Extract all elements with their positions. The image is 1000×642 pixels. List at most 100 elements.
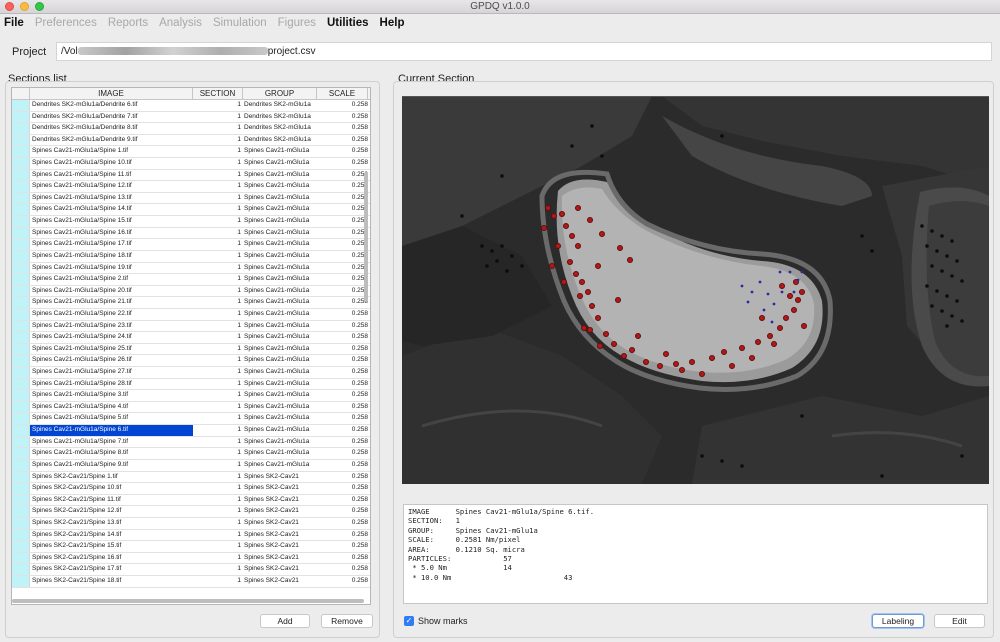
redacted-path — [77, 47, 268, 56]
table-row[interactable]: Dendrites SK2-mGlu1a/Dendrite 8.tif 1 Dend… — [12, 123, 370, 135]
table-row[interactable]: Spines Cav21-mGlu1a/Spine 12.tif 1 Spines … — [12, 181, 370, 193]
column-header-group[interactable]: GROUP — [243, 88, 317, 99]
table-row[interactable]: Spines Cav21-mGlu1a/Spine 9.tif 1 Spines C… — [12, 459, 370, 472]
project-path-suffix: project.csv — [267, 46, 316, 57]
table-row[interactable]: Spines Cav21-mGlu1a/Spine 2.tif 1 Spines C… — [12, 274, 370, 286]
section-cell: 1 — [237, 275, 241, 283]
table-row[interactable]: Spines SK2-Cav21/Spine 17.tif 1 Spines SK2… — [12, 564, 370, 576]
image-cell: Spines Cav21-mGlu1a/Spine 5.tif — [32, 414, 129, 422]
table-row[interactable]: Spines Cav21-mGlu1a/Spine 27.tif 1 Spines … — [12, 367, 370, 379]
table-row[interactable]: Spines Cav21-mGlu1a/Spine 14.tif 1 Spines … — [12, 204, 370, 217]
table-row[interactable]: Dendrites SK2-mGlu1a/Dendrite 9.tif 1 Dend… — [12, 134, 370, 147]
column-header-section[interactable]: SECTION — [193, 88, 243, 99]
table-row[interactable]: Spines SK2-Cav21/Spine 14.tif 1 Spines SK2… — [12, 529, 370, 542]
edit-button[interactable]: Edit — [934, 614, 985, 628]
row-index-cell — [12, 308, 30, 320]
table-row[interactable]: Spines Cav21-mGlu1a/Spine 19.tif 1 Spines … — [12, 262, 370, 275]
vertical-scroll-thumb[interactable] — [364, 172, 368, 302]
table-row[interactable]: Spines SK2-Cav21/Spine 13.tif 1 Spines SK2… — [12, 517, 370, 530]
table-row[interactable]: Spines Cav21-mGlu1a/Spine 18.tif 1 Spines … — [12, 250, 370, 263]
table-row[interactable]: Spines Cav21-mGlu1a/Spine 3.tif 1 Spines C… — [12, 390, 370, 402]
table-row[interactable]: Spines Cav21-mGlu1a/Spine 24.tif 1 Spines … — [12, 332, 370, 344]
menu-help[interactable]: Help — [380, 17, 405, 29]
table-row[interactable]: Spines Cav21-mGlu1a/Spine 13.tif 1 Spines … — [12, 192, 370, 205]
scale-cell: 0.258 — [351, 205, 368, 213]
scale-cell: 0.258 — [351, 275, 368, 283]
remove-button[interactable]: Remove — [321, 614, 373, 628]
table-row[interactable]: Spines Cav21-mGlu1a/Spine 25.tif 1 Spines … — [12, 343, 370, 356]
labeling-button[interactable]: Labeling — [872, 614, 924, 628]
table-row[interactable]: Spines SK2-Cav21/Spine 12.tif 1 Spines SK2… — [12, 506, 370, 518]
section-cell: 1 — [237, 240, 241, 248]
table-row[interactable]: Spines Cav21-mGlu1a/Spine 5.tif 1 Spines C… — [12, 413, 370, 426]
image-cell: Spines Cav21-mGlu1a/Spine 2.tif — [32, 275, 129, 283]
scale-cell: 0.258 — [351, 101, 368, 108]
row-index-cell — [12, 297, 30, 308]
particle-mark — [960, 454, 964, 458]
group-cell: Spines Cav21-mGlu1a — [244, 240, 310, 248]
particle-mark — [798, 288, 805, 295]
table-row[interactable]: Spines Cav21-mGlu1a/Spine 1.tif 1 Spines C… — [12, 146, 370, 159]
scale-cell: 0.258 — [351, 217, 368, 225]
group-cell: Spines Cav21-mGlu1a — [244, 321, 310, 329]
column-header-image[interactable]: IMAGE — [30, 88, 193, 99]
table-row[interactable]: Spines SK2-Cav21/Spine 18.tif 1 Spines SK2… — [12, 575, 370, 588]
table-row[interactable]: Spines Cav21-mGlu1a/Spine 8.tif 1 Spines C… — [12, 448, 370, 460]
row-index-cell — [12, 123, 30, 134]
micrograph-image — [402, 96, 989, 484]
table-row[interactable]: Spines Cav21-mGlu1a/Spine 7.tif 1 Spines C… — [12, 436, 370, 449]
particle-mark — [960, 319, 964, 323]
table-row[interactable]: Spines Cav21-mGlu1a/Spine 6.tif 1 Spines C… — [12, 425, 370, 437]
table-row[interactable]: Spines Cav21-mGlu1a/Spine 22.tif 1 Spines … — [12, 308, 370, 321]
group-cell: Dendrites SK2-mGlu1a — [244, 135, 311, 143]
table-row[interactable]: Spines Cav21-mGlu1a/Spine 26.tif 1 Spines … — [12, 355, 370, 368]
project-path-field[interactable]: /Vol project.csv — [56, 42, 992, 61]
column-header-scale[interactable]: SCALE — [317, 88, 368, 99]
table-row[interactable]: Spines Cav21-mGlu1a/Spine 11.tif 1 Spines … — [12, 169, 370, 182]
table-row[interactable]: Spines Cav21-mGlu1a/Spine 20.tif 1 Spines … — [12, 285, 370, 298]
table-vertical-scrollbar[interactable] — [362, 100, 369, 590]
table-row[interactable]: Spines SK2-Cav21/Spine 11.tif 1 Spines SK2… — [12, 494, 370, 507]
table-row[interactable]: Spines Cav21-mGlu1a/Spine 28.tif 1 Spines … — [12, 378, 370, 391]
particle-mark — [790, 306, 797, 313]
table-row[interactable]: Spines SK2-Cav21/Spine 1.tif 1 Spines SK2-… — [12, 471, 370, 484]
table-row[interactable]: Spines SK2-Cav21/Spine 16.tif 1 Spines SK2… — [12, 552, 370, 565]
particle-mark — [786, 292, 793, 299]
image-cell: Spines SK2-Cav21/Spine 14.tif — [32, 530, 122, 538]
table-row[interactable]: Spines Cav21-mGlu1a/Spine 16.tif 1 Spines … — [12, 227, 370, 240]
particle-mark — [628, 346, 635, 353]
section-cell: 1 — [237, 530, 241, 538]
particle-mark — [930, 264, 934, 268]
particle-mark — [925, 244, 929, 248]
section-cell: 1 — [237, 182, 241, 190]
table-row[interactable]: Spines Cav21-mGlu1a/Spine 4.tif 1 Spines C… — [12, 401, 370, 414]
table-row[interactable]: Spines Cav21-mGlu1a/Spine 21.tif 1 Spines … — [12, 297, 370, 309]
add-button[interactable]: Add — [260, 614, 310, 628]
section-image[interactable] — [402, 96, 989, 484]
table-row[interactable]: Spines Cav21-mGlu1a/Spine 17.tif 1 Spines … — [12, 239, 370, 251]
menu-utilities[interactable]: Utilities — [327, 17, 369, 29]
section-cell: 1 — [237, 217, 241, 225]
image-cell: Spines Cav21-mGlu1a/Spine 21.tif — [32, 298, 132, 306]
group-cell: Spines SK2-Cav21 — [244, 472, 299, 480]
group-cell: Spines Cav21-mGlu1a — [244, 217, 310, 225]
row-index-cell — [12, 529, 30, 541]
table-row[interactable]: Dendrites SK2-mGlu1a/Dendrite 7.tif 1 Dend… — [12, 111, 370, 124]
scale-cell: 0.258 — [351, 298, 368, 306]
scale-cell: 0.258 — [351, 507, 368, 515]
horizontal-scroll-thumb[interactable] — [12, 599, 364, 603]
image-cell: Spines Cav21-mGlu1a/Spine 19.tif — [32, 263, 132, 271]
table-row[interactable]: Dendrites SK2-mGlu1a/Dendrite 6.tif 1 Dend… — [12, 100, 370, 112]
show-marks-checkbox[interactable]: ✓ — [404, 616, 414, 626]
table-horizontal-scrollbar[interactable] — [12, 597, 370, 605]
row-index-cell — [12, 134, 30, 146]
menu-file[interactable]: File — [4, 17, 24, 29]
table-row[interactable]: Spines SK2-Cav21/Spine 10.tif 1 Spines SK2… — [12, 483, 370, 495]
table-row[interactable]: Spines Cav21-mGlu1a/Spine 15.tif 1 Spines … — [12, 216, 370, 228]
table-row[interactable]: Spines Cav21-mGlu1a/Spine 10.tif 1 Spines … — [12, 158, 370, 170]
info-line: * 10.0 Nm 43 — [408, 572, 573, 582]
particle-mark — [720, 348, 727, 355]
table-row[interactable]: Spines SK2-Cav21/Spine 15.tif 1 Spines SK2… — [12, 541, 370, 553]
table-row[interactable]: Spines Cav21-mGlu1a/Spine 23.tif 1 Spines … — [12, 320, 370, 333]
particle-mark — [600, 154, 604, 158]
